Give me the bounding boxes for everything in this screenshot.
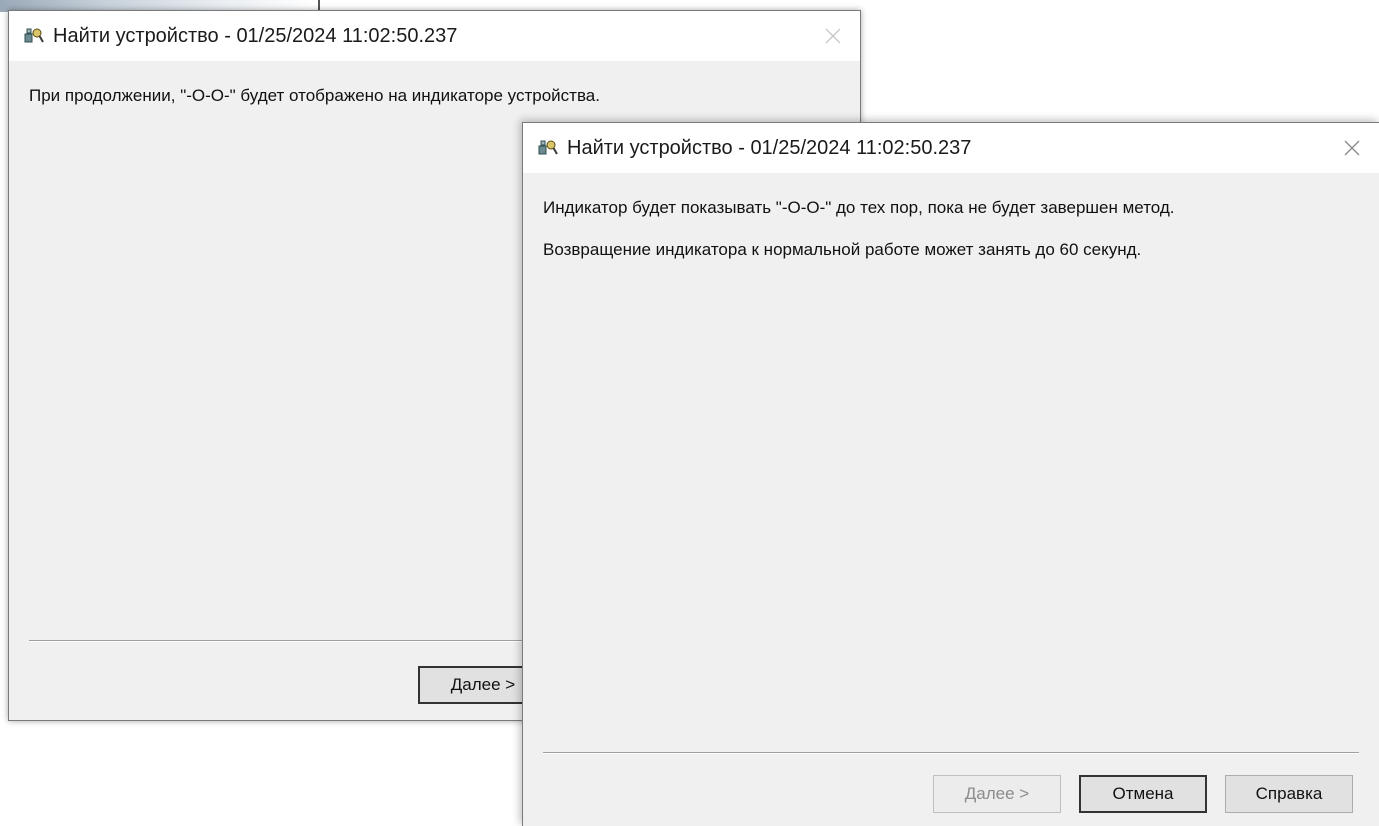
instruction-text: При продолжении, "-О-О-" будет отображен…	[29, 86, 600, 105]
window-title: Найти устройство - 01/25/2024 11:02:50.2…	[53, 24, 458, 47]
cancel-button[interactable]: Отмена	[1079, 775, 1207, 813]
separator	[543, 752, 1359, 754]
close-icon[interactable]	[820, 23, 846, 49]
desktop-background-mark	[318, 0, 320, 10]
device-finder-icon	[537, 137, 559, 159]
find-device-dialog-front: Найти устройство - 01/25/2024 11:02:50.2…	[522, 122, 1379, 826]
instruction-text-2: Возвращение индикатора к нормальной рабо…	[543, 240, 1142, 259]
device-finder-icon	[23, 25, 45, 47]
close-icon[interactable]	[1339, 135, 1365, 161]
title-bar[interactable]: Найти устройство - 01/25/2024 11:02:50.2…	[523, 123, 1379, 173]
window-title: Найти устройство - 01/25/2024 11:02:50.2…	[567, 136, 972, 159]
next-button[interactable]: Далее >	[933, 775, 1061, 813]
title-bar[interactable]: Найти устройство - 01/25/2024 11:02:50.2…	[9, 11, 860, 61]
help-button[interactable]: Справка	[1225, 775, 1353, 813]
instruction-text-1: Индикатор будет показывать "-О-О-" до те…	[543, 198, 1175, 217]
